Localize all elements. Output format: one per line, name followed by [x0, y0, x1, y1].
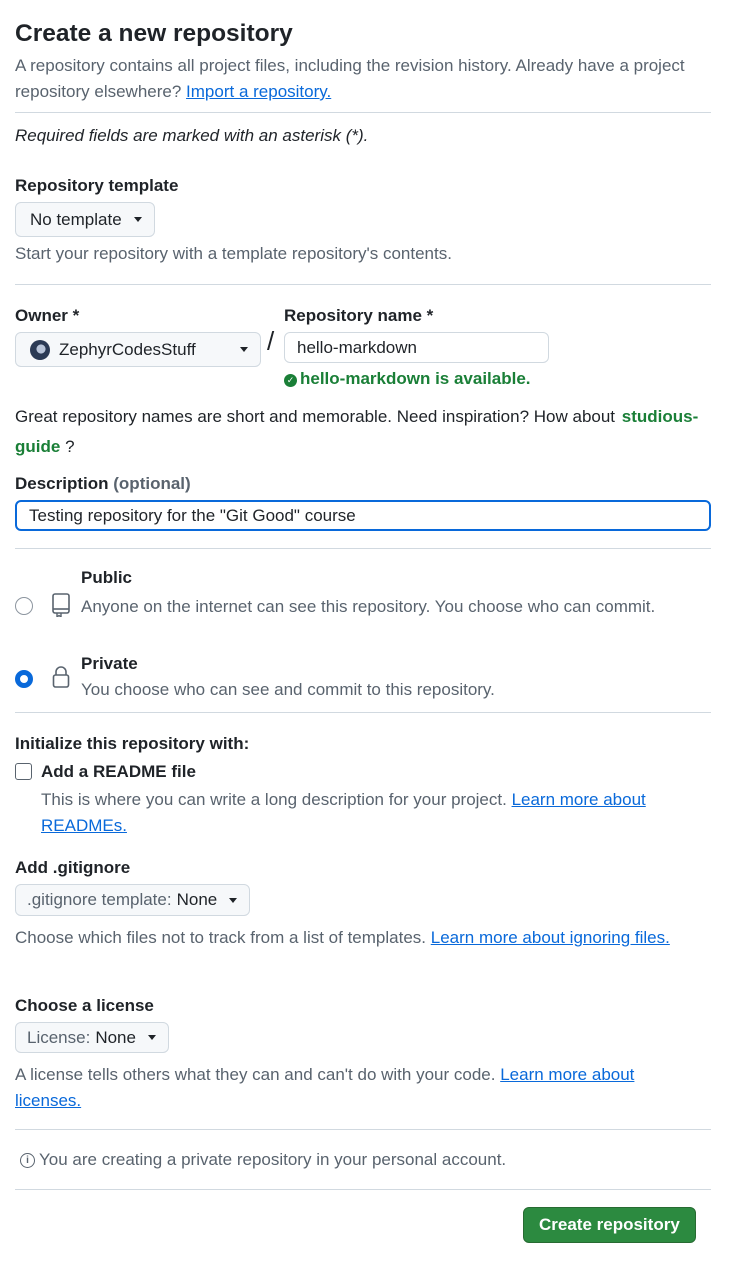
license-select[interactable]: License: None	[15, 1022, 169, 1053]
readme-description: This is where you can write a long descr…	[41, 790, 507, 809]
template-select[interactable]: No template	[15, 202, 155, 237]
chevron-down-icon	[240, 347, 248, 352]
page-intro: A repository contains all project files,…	[15, 53, 711, 105]
template-selected: No template	[30, 209, 122, 229]
license-label: Choose a license	[15, 996, 154, 1015]
private-radio[interactable]	[15, 670, 33, 688]
public-radio[interactable]	[15, 597, 33, 615]
license-select-prefix: License:	[27, 1027, 91, 1047]
divider	[15, 712, 711, 713]
required-note: Required fields are marked with an aster…	[15, 126, 369, 145]
gitignore-select-value: None	[176, 890, 218, 909]
page-title: Create a new repository	[15, 20, 293, 47]
license-select-value: None	[95, 1027, 136, 1047]
initialize-heading: Initialize this repository with:	[15, 734, 250, 753]
description-optional: (optional)	[113, 474, 191, 493]
description-input[interactable]: Testing repository for the "Git Good" co…	[15, 500, 711, 531]
suggestion-text: Great repository names are short and mem…	[15, 407, 616, 426]
create-repository-button[interactable]: Create repository	[523, 1207, 696, 1243]
owner-repo-separator: /	[267, 326, 275, 356]
readme-help: This is where you can write a long descr…	[41, 787, 711, 839]
private-description: You choose who can see and commit to thi…	[81, 680, 495, 699]
suggestion-end: ?	[65, 437, 75, 456]
public-description: Anyone on the internet can see this repo…	[81, 597, 656, 616]
name-suggestion: Great repository names are short and mem…	[15, 402, 705, 462]
chevron-down-icon	[147, 1035, 156, 1040]
intro-text: A repository contains all project files,…	[15, 56, 685, 101]
owner-label: Owner *	[15, 306, 80, 325]
new-repository-page: Create a new repository A repository con…	[0, 0, 734, 1243]
owner-selected: ZephyrCodesStuff	[59, 339, 196, 359]
availability-text: hello-markdown is available.	[300, 369, 531, 388]
template-label: Repository template	[15, 176, 179, 195]
readme-checkbox[interactable]	[15, 763, 32, 780]
gitignore-select-prefix: .gitignore template:	[27, 890, 172, 909]
divider	[15, 284, 711, 285]
repo-name-label: Repository name *	[284, 306, 434, 325]
divider	[15, 112, 711, 113]
repo-name-input[interactable]: hello-markdown	[284, 332, 549, 363]
license-help: A license tells others what they can and…	[15, 1065, 496, 1084]
public-label: Public	[81, 568, 133, 587]
description-label-row: Description (optional)	[15, 472, 191, 496]
divider	[15, 548, 711, 549]
owner-select[interactable]: ZephyrCodesStuff	[15, 332, 261, 367]
template-help: Start your repository with a template re…	[15, 244, 452, 263]
gitignore-help-row: Choose which files not to track from a l…	[15, 925, 705, 951]
info-note: i You are creating a private repository …	[20, 1150, 506, 1170]
chevron-down-icon	[133, 217, 142, 222]
import-repository-link[interactable]: Import a repository.	[186, 82, 331, 101]
gitignore-learn-more-link[interactable]: Learn more about ignoring files.	[431, 928, 670, 947]
divider	[15, 1189, 711, 1190]
chevron-down-icon	[229, 897, 238, 903]
divider	[15, 1129, 711, 1130]
check-circle-icon: ✓	[284, 374, 297, 387]
license-help-row: A license tells others what they can and…	[15, 1062, 705, 1114]
lock-icon	[52, 665, 70, 694]
gitignore-label: Add .gitignore	[15, 858, 131, 877]
repo-name-availability: ✓ hello-markdown is available.	[284, 369, 531, 389]
gitignore-select[interactable]: .gitignore template: None	[15, 884, 251, 916]
description-label: Description	[15, 474, 109, 493]
info-note-text: You are creating a private repository in…	[39, 1150, 507, 1169]
info-icon: i	[20, 1152, 35, 1168]
readme-label[interactable]: Add a README file	[41, 762, 196, 782]
private-label: Private	[81, 654, 138, 673]
repo-icon	[51, 593, 71, 622]
gitignore-help: Choose which files not to track from a l…	[15, 928, 427, 947]
avatar	[30, 339, 50, 360]
